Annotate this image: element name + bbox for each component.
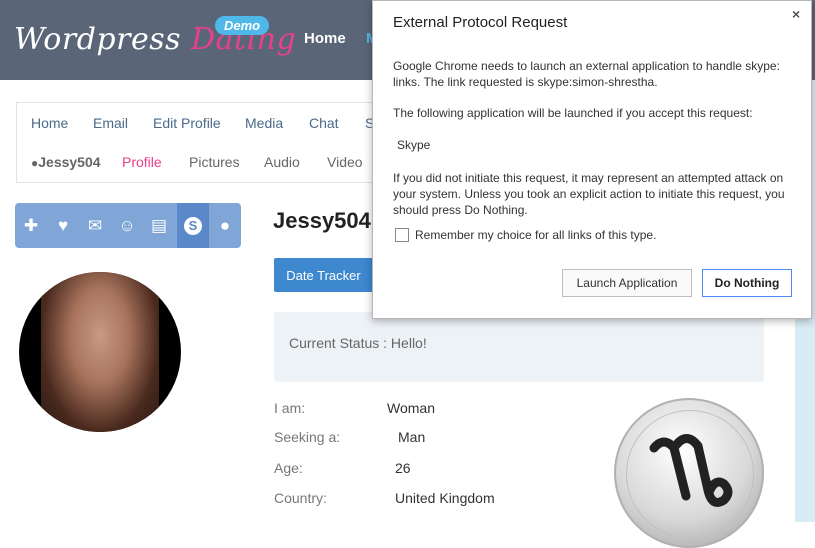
field-label-country: Country:	[274, 490, 327, 506]
field-label-age: Age:	[274, 460, 303, 476]
dialog-message-warning: If you did not initiate this request, it…	[393, 171, 785, 217]
menu-edit-profile[interactable]: Edit Profile	[153, 115, 221, 131]
menu-home[interactable]: Home	[31, 115, 68, 131]
current-status-text: Current Status : Hello!	[289, 335, 427, 351]
dialog-title: External Protocol Request	[393, 14, 568, 31]
profile-avatar[interactable]	[19, 272, 181, 432]
field-value-age: 26	[395, 460, 411, 476]
do-nothing-button[interactable]: Do Nothing	[702, 269, 792, 297]
menu-video[interactable]: Video	[327, 154, 363, 170]
external-protocol-dialog: External Protocol Request × Google Chrom…	[372, 0, 812, 319]
remember-choice-label[interactable]: Remember my choice for all links of this…	[415, 228, 656, 242]
profile-action-icon-bar: ✚ ♥ ✉ ☺ ▤ S ●	[15, 203, 241, 248]
chat-bubble-icon[interactable]: ●	[209, 203, 241, 248]
logo-word-wordpress: Wordpress	[14, 22, 181, 57]
profile-menu-primary: Home Email Edit Profile Media Chat Se	[16, 102, 418, 144]
gift-icon[interactable]: ▤	[143, 203, 175, 248]
smiley-icon[interactable]: ☺	[111, 203, 143, 248]
skype-icon[interactable]: S	[177, 203, 209, 248]
menu-profile[interactable]: Profile	[122, 154, 162, 170]
nav-home-link[interactable]: Home	[304, 30, 346, 47]
heart-icon[interactable]: ♥	[47, 203, 79, 248]
avatar-photo	[41, 272, 159, 432]
capricorn-glyph	[649, 434, 733, 507]
close-icon[interactable]: ×	[792, 6, 800, 22]
menu-media[interactable]: Media	[245, 115, 283, 131]
menu-audio[interactable]: Audio	[264, 154, 300, 170]
field-value-i-am: Woman	[387, 400, 435, 416]
current-status-box: Current Status : Hello!	[274, 312, 764, 382]
field-label-seeking: Seeking a:	[274, 429, 341, 445]
mail-icon[interactable]: ✉	[79, 203, 111, 248]
plus-icon[interactable]: ✚	[15, 203, 47, 248]
field-value-country: United Kingdom	[395, 490, 495, 506]
dialog-message-request: Google Chrome needs to launch an externa…	[393, 59, 780, 89]
capricorn-icon	[614, 398, 764, 548]
field-value-seeking: Man	[398, 429, 426, 445]
menu-username[interactable]: ●Jessy504	[31, 154, 101, 170]
menu-pictures[interactable]: Pictures	[189, 154, 240, 170]
dialog-message-application: The following application will be launch…	[393, 106, 753, 120]
field-label-i-am: I am:	[274, 400, 306, 416]
menu-chat[interactable]: Chat	[309, 115, 339, 131]
date-tracker-button[interactable]: Date Tracker	[274, 258, 373, 292]
remember-choice-checkbox[interactable]	[395, 228, 409, 242]
launch-application-button[interactable]: Launch Application	[562, 269, 692, 297]
demo-badge: Demo	[215, 16, 270, 35]
profile-menu-secondary: ●Jessy504 Profile Pictures Audio Video	[16, 142, 418, 183]
profile-username: Jessy504	[273, 208, 371, 233]
dialog-application-name: Skype	[397, 138, 431, 152]
menu-email[interactable]: Email	[93, 115, 128, 131]
